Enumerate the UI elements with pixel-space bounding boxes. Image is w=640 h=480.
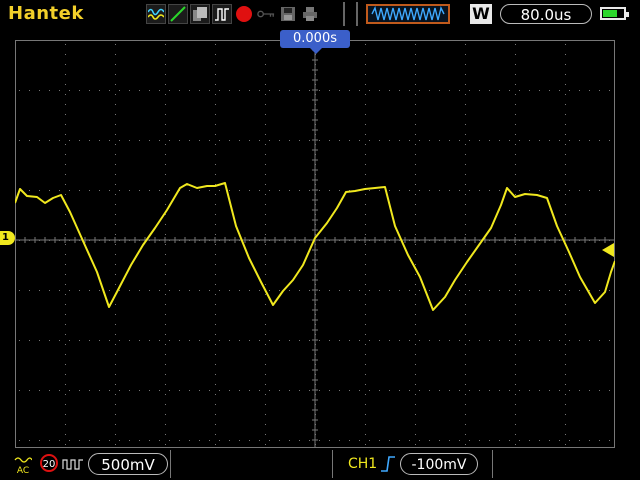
bottom-status-bar: AC 20 500mV CH1 -100mV bbox=[0, 450, 640, 480]
persistence-icon[interactable] bbox=[190, 4, 210, 24]
trigger-position-readout[interactable]: 0.000s bbox=[280, 30, 350, 48]
scope-display[interactable] bbox=[14, 39, 616, 448]
top-toolbar: Hantek W 80.0us bbox=[0, 0, 640, 28]
toolbar-divider bbox=[356, 2, 358, 26]
toolbar-icons bbox=[146, 4, 320, 24]
status-divider bbox=[492, 450, 493, 478]
key-icon[interactable] bbox=[256, 4, 276, 24]
window-mode-badge[interactable]: W bbox=[470, 4, 492, 24]
save-icon[interactable] bbox=[278, 4, 298, 24]
coupling-label: AC bbox=[16, 466, 30, 476]
volts-per-div-readout[interactable]: 500mV bbox=[88, 453, 168, 475]
graticule-svg bbox=[14, 39, 616, 448]
coupling-indicator[interactable]: AC bbox=[14, 456, 33, 476]
trigger-level-readout[interactable]: -100mV bbox=[400, 453, 478, 475]
trigger-channel-label[interactable]: CH1 bbox=[348, 456, 377, 472]
trigger-position-marker bbox=[310, 48, 322, 54]
brand-logo: Hantek bbox=[8, 3, 84, 24]
single-pulse-icon[interactable] bbox=[212, 4, 232, 24]
ch1-ground-marker[interactable]: 1 bbox=[0, 231, 15, 245]
print-icon[interactable] bbox=[300, 4, 320, 24]
bandwidth-limit-badge[interactable]: 20 bbox=[40, 454, 58, 472]
rising-edge-icon bbox=[380, 456, 396, 476]
status-divider bbox=[332, 450, 333, 478]
line-mode-icon[interactable] bbox=[168, 4, 188, 24]
battery-icon bbox=[600, 7, 629, 20]
trigger-level-marker[interactable] bbox=[602, 243, 614, 257]
waveform-mode-icon[interactable] bbox=[146, 4, 166, 24]
memory-window-indicator[interactable] bbox=[366, 4, 450, 24]
timebase-readout[interactable]: 80.0us bbox=[500, 4, 592, 24]
toolbar-divider bbox=[343, 2, 345, 26]
ac-wave-icon bbox=[14, 457, 33, 463]
status-divider bbox=[170, 450, 171, 478]
record-icon[interactable] bbox=[234, 4, 254, 24]
probe-waveform-icon bbox=[62, 456, 84, 475]
